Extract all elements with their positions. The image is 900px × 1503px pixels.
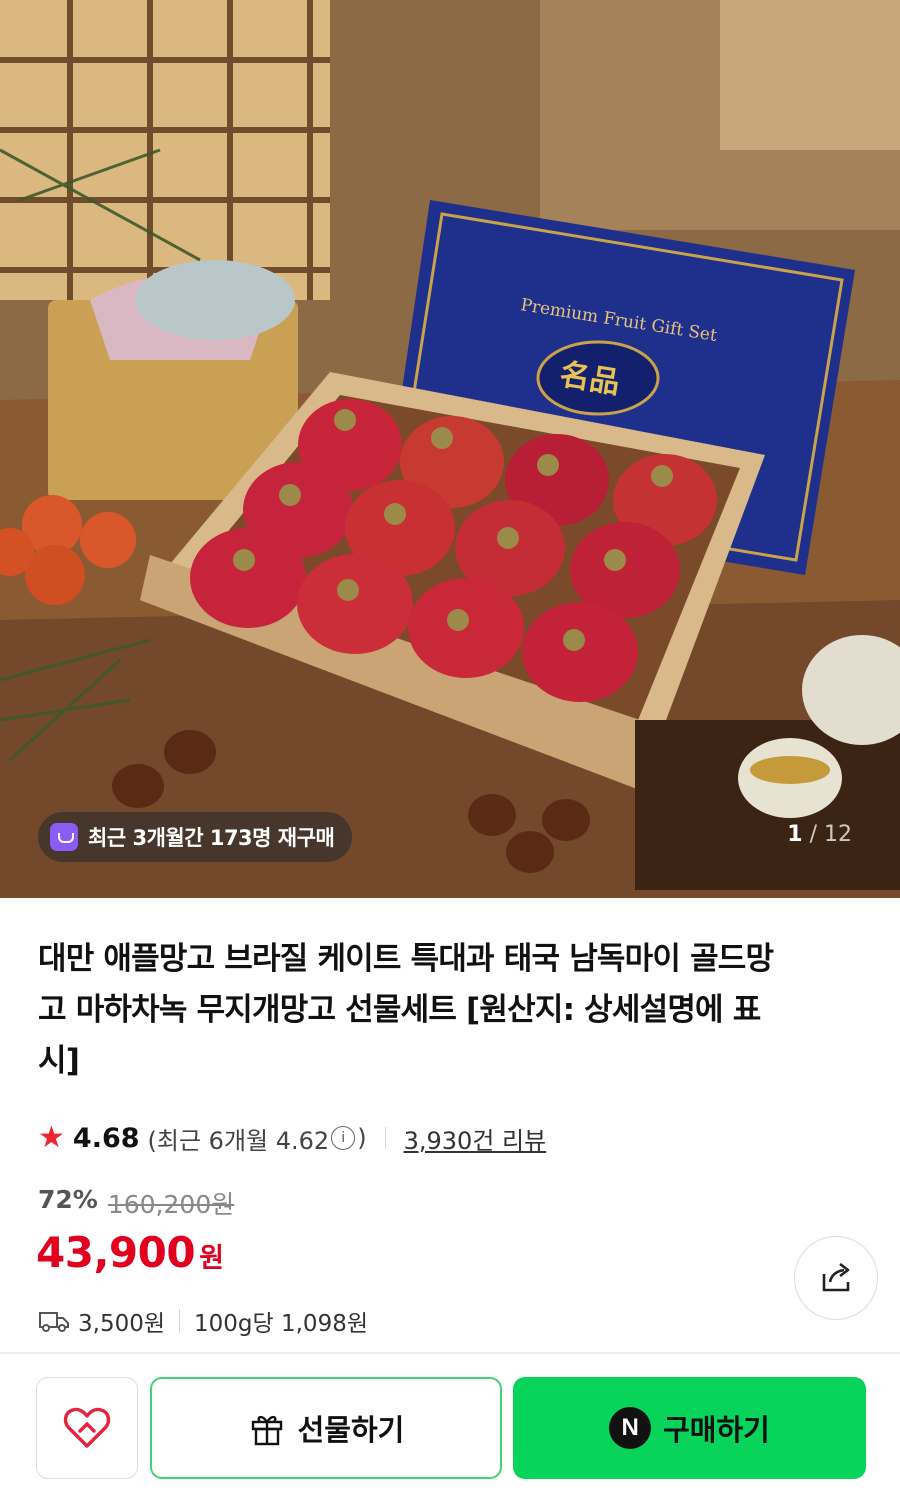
discount-row: 72% 160,200원	[38, 1185, 234, 1221]
heart-icon	[63, 1407, 111, 1448]
naver-pay-icon: N	[609, 1407, 652, 1449]
discount-rate: 72%	[38, 1185, 98, 1214]
repurchase-badge: 최근 3개월간 173명 재구매	[38, 812, 353, 862]
section-divider	[0, 1352, 900, 1354]
star-icon: ★	[38, 1120, 65, 1155]
share-icon	[822, 1262, 850, 1292]
product-photo-illustration: Premium Fruit Gift Set 名品	[0, 0, 900, 898]
shipping-fee: 3,500원	[78, 1311, 166, 1337]
image-pager: 1 / 12	[787, 822, 852, 847]
rating-row: ★ 4.68 (최근 6개월 4.62 i ) 3,930건 리뷰	[38, 1120, 546, 1156]
rating-score: 4.68	[72, 1122, 140, 1154]
gift-icon	[251, 1415, 282, 1446]
pager-current: 1	[787, 822, 803, 847]
repurchase-badge-text: 최근 3개월간 173명 재구매	[88, 826, 335, 850]
gift-button[interactable]: 선물하기	[150, 1377, 502, 1479]
pager-total: 12	[824, 822, 852, 847]
gift-button-label: 선물하기	[297, 1413, 405, 1447]
original-price: 160,200원	[107, 1190, 235, 1219]
sale-price: 43,900 원	[36, 1228, 224, 1277]
truck-icon	[39, 1312, 69, 1332]
price-unit: 원	[199, 1243, 224, 1274]
price-value: 43,900	[36, 1228, 196, 1277]
recent-rating: (최근 6개월 4.62	[147, 1126, 330, 1155]
wishlist-button[interactable]	[36, 1377, 138, 1479]
buy-button-label: 구매하기	[663, 1413, 770, 1447]
shopping-bag-icon	[50, 823, 78, 851]
recent-rating-close: )	[357, 1124, 367, 1152]
shipping-row: 3,500원 100g당 1,098원	[38, 1304, 368, 1338]
review-count-link[interactable]: 3,930건 리뷰	[404, 1121, 547, 1156]
product-title: 대만 애플망고 브라질 케이트 특대과 태국 남독마이 골드망고 마하차녹 무지…	[38, 941, 774, 1079]
buy-button[interactable]: N 구매하기	[513, 1377, 866, 1479]
pager-separator: /	[809, 822, 817, 847]
divider	[384, 1127, 386, 1149]
divider	[179, 1309, 181, 1333]
unit-price: 100g당 1,098원	[194, 1311, 368, 1337]
product-image[interactable]: Premium Fruit Gift Set 名品 최근 3개월간 173명 재…	[0, 0, 900, 898]
share-button[interactable]	[794, 1236, 878, 1320]
info-icon[interactable]: i	[331, 1126, 356, 1150]
